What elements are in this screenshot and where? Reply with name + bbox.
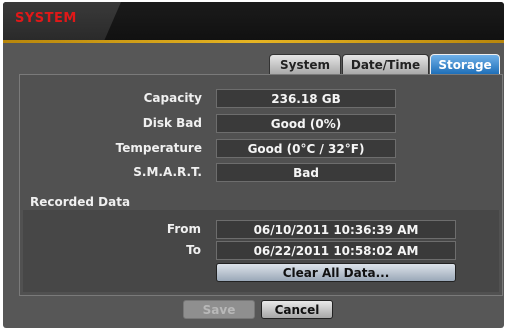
recorded-data-panel: From 06/10/2011 10:36:39 AM To 06/22/201… [23,210,499,292]
smart-label: S.M.A.R.T. [133,165,202,179]
capacity-value: 236.18 GB [216,89,396,108]
to-value: 06/22/2011 10:58:02 AM [216,241,456,260]
tab-system[interactable]: System [269,54,341,74]
from-value: 06/10/2011 10:36:39 AM [216,220,456,239]
disk-bad-label: Disk Bad [142,116,202,130]
tab-storage[interactable]: Storage [430,54,500,74]
tab-bar: System Date/Time Storage [269,54,501,74]
recorded-data-heading: Recorded Data [30,195,131,209]
save-button[interactable]: Save [183,300,255,319]
to-label: To [186,243,201,257]
tab-date-time[interactable]: Date/Time [342,54,429,74]
title-bar: SYSTEM [3,2,504,40]
temperature-label: Temperature [115,141,202,155]
window-title: SYSTEM [15,11,77,26]
from-label: From [166,222,201,236]
cancel-button[interactable]: Cancel [261,300,333,319]
storage-panel: Capacity 236.18 GB Disk Bad Good (0%) Te… [19,74,503,296]
title-divider [3,40,504,43]
system-dialog: SYSTEM System Date/Time Storage Capacity… [3,2,504,328]
temperature-value: Good (0°C / 32°F) [216,139,396,158]
clear-all-data-button[interactable]: Clear All Data... [216,263,456,282]
disk-bad-value: Good (0%) [216,114,396,133]
smart-value: Bad [216,163,396,182]
capacity-label: Capacity [143,91,202,105]
